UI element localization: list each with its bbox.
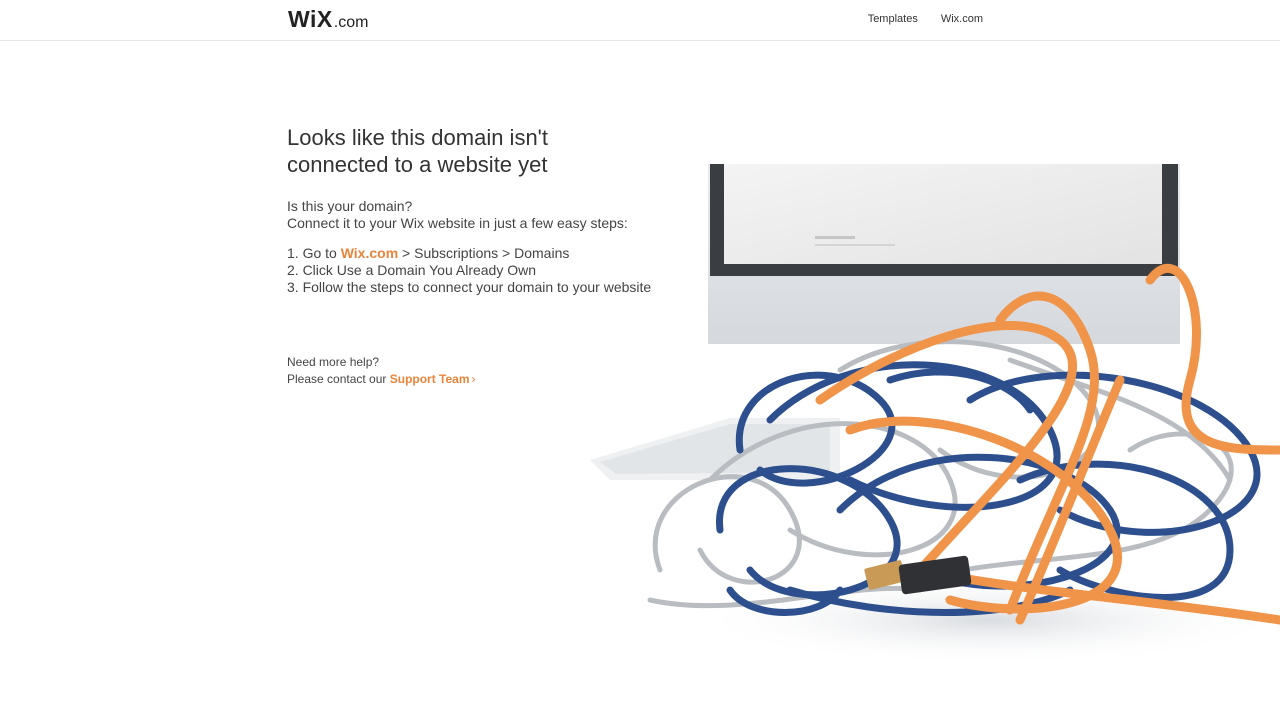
support-team-link[interactable]: Support Team: [390, 372, 470, 386]
wix-com-link[interactable]: Wix.com: [341, 245, 398, 261]
monitor-shape: [708, 164, 1180, 344]
title-line-2: connected to a website yet: [287, 152, 548, 177]
help-line-1: Need more help?: [287, 355, 380, 369]
top-bar: WiX .com Templates Wix.com: [0, 0, 1280, 41]
title-line-1: Looks like this domain isn't: [287, 125, 548, 150]
logo-main: WiX: [288, 6, 333, 32]
top-nav: Templates Wix.com: [868, 13, 983, 25]
step-1-suffix: > Subscriptions > Domains: [398, 245, 570, 261]
nav-wix-link[interactable]: Wix.com: [941, 13, 983, 25]
intro-line-2: Connect it to your Wix website in just a…: [287, 215, 628, 231]
tangled-cables-image: [590, 164, 1280, 665]
logo-suffix: .com: [333, 14, 369, 31]
wix-logo[interactable]: WiX .com: [288, 6, 368, 33]
intro-line-1: Is this your domain?: [287, 198, 413, 214]
nav-templates-link[interactable]: Templates: [868, 13, 918, 25]
chevron-right-icon: ›: [471, 372, 476, 386]
step-1-prefix: 1. Go to: [287, 245, 341, 261]
help-prefix: Please contact our: [287, 372, 390, 386]
